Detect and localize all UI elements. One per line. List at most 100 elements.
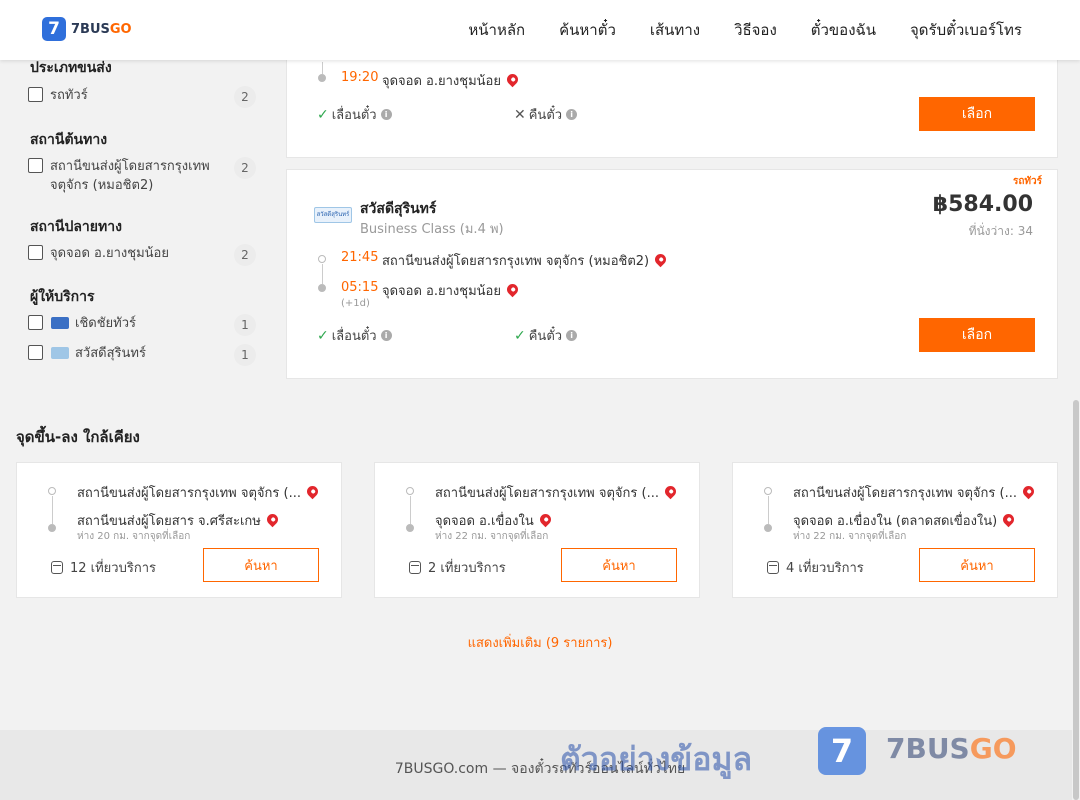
map-pin-icon[interactable] [504, 71, 521, 88]
depart-time: 21:45 [341, 250, 379, 265]
map-pin-icon[interactable] [304, 483, 321, 500]
filter-option-operator-sawasdee[interactable]: สวัสดีสุรินทร์ 1 [28, 344, 256, 366]
watermark-logo-text: 7BUSGO [886, 732, 1017, 765]
nav-my-tickets[interactable]: ตั๋วของฉัน [811, 18, 876, 42]
filter-option-origin[interactable]: สถานีขนส่งผู้โดยสารกรุงเทพ จตุจักร (หมอช… [28, 157, 256, 195]
cross-icon: ✕ [514, 106, 526, 123]
map-pin-icon[interactable] [537, 511, 553, 528]
nav-how-to-book[interactable]: วิธีจอง [734, 18, 777, 42]
count-badge: 1 [234, 344, 256, 366]
scrollbar-thumb[interactable] [1073, 400, 1079, 800]
nav-routes[interactable]: เส้นทาง [650, 18, 700, 42]
nearby-from: สถานีขนส่งผู้โดยสารกรุงเทพ จตุจักร (... [77, 482, 321, 503]
check-icon: ✓ [317, 327, 329, 344]
nav-home[interactable]: หน้าหลัก [468, 18, 525, 42]
nearby-section-title: จุดขึ้น-ลง ใกล้เคียง [16, 428, 140, 446]
trip-count: 12 เที่ยวบริการ [51, 557, 156, 578]
info-icon[interactable]: i [380, 330, 392, 341]
to-dot [406, 524, 414, 532]
map-pin-icon[interactable] [264, 511, 281, 528]
checkbox[interactable] [28, 315, 43, 330]
filter-label: จุดจอด อ.ยางชุมน้อย [50, 246, 169, 261]
nav-search-tickets[interactable]: ค้นหาตั๋ว [559, 18, 616, 42]
route-line [410, 496, 411, 524]
top-header: 7 7BUSGO หน้าหลัก ค้นหาตั๋ว เส้นทาง วิธี… [0, 0, 1080, 60]
arrive-time: 05:15 [341, 280, 379, 295]
trip-count: 2 เที่ยวบริการ [409, 557, 506, 578]
filter-label: สถานีขนส่งผู้โดยสารกรุงเทพ จตุจักร (หมอช… [50, 159, 210, 193]
to-dot [48, 524, 56, 532]
site-logo[interactable]: 7 7BUSGO [42, 17, 132, 41]
show-more-link[interactable]: แสดงเพิ่มเติม (9 รายการ) [0, 632, 1080, 653]
bus-icon [51, 561, 63, 574]
nearby-from: สถานีขนส่งผู้โดยสารกรุงเทพ จตุจักร (... [793, 482, 1037, 503]
arrive-stop[interactable]: จุดจอด อ.ยางชุมน้อย [382, 280, 521, 301]
bus-type-tag: รถทัวร์ [1013, 176, 1043, 187]
nearby-to: จุดจอด อ.เขื่องใน [435, 510, 553, 531]
watermark-text: ตัวอย่างข้อมูล [560, 740, 753, 778]
operator-logo: สวัสดีสุรินทร์ [314, 207, 352, 223]
trip-count: 4 เที่ยวบริการ [767, 557, 864, 578]
count-badge: 1 [234, 314, 256, 336]
checkbox[interactable] [28, 345, 43, 360]
next-day-indicator: (+1d) [341, 298, 370, 309]
nearby-search-button[interactable]: ค้นหา [561, 548, 677, 582]
nearby-distance: ห่าง 22 กม. จากจุดที่เลือก [793, 531, 907, 542]
map-pin-icon[interactable] [1020, 483, 1037, 500]
checkbox[interactable] [28, 158, 43, 173]
logo-text: 7BUSGO [71, 21, 132, 37]
route-line [768, 496, 769, 524]
arrive-time: 19:20 [341, 70, 379, 85]
info-icon[interactable]: i [566, 330, 578, 341]
route-line [322, 62, 323, 74]
filter-option-tour-bus[interactable]: รถทัวร์ 2 [28, 86, 256, 108]
info-icon[interactable]: i [566, 109, 578, 120]
filter-title-destination: สถานีปลายทาง [30, 219, 122, 235]
check-icon: ✓ [317, 106, 329, 123]
trip-card: รถทัวร์ สวัสดีสุรินทร์ สวัสดีสุรินทร์ Bu… [286, 169, 1058, 379]
arrive-stop[interactable]: จุดจอด อ.ยางชุมน้อย [382, 70, 521, 91]
filter-title-transport-type: ประเภทขนส่ง [30, 60, 112, 76]
nearby-distance: ห่าง 20 กม. จากจุดที่เลือก [77, 531, 191, 542]
nearby-card: สถานีขนส่งผู้โดยสารกรุงเทพ จตุจักร (... … [732, 462, 1058, 598]
nearby-search-button[interactable]: ค้นหา [919, 548, 1035, 582]
map-pin-icon[interactable] [662, 483, 679, 500]
depart-stop[interactable]: สถานีขนส่งผู้โดยสารกรุงเทพ จตุจักร (หมอช… [382, 250, 669, 271]
count-badge: 2 [234, 244, 256, 266]
map-pin-icon[interactable] [652, 251, 669, 268]
select-trip-button[interactable]: เลือก [919, 97, 1035, 131]
depart-dot [318, 255, 326, 263]
check-icon: ✓ [514, 327, 526, 344]
from-dot [406, 487, 414, 495]
bus-icon [409, 561, 421, 574]
reschedule-policy: ✓ เลื่อนตั๋ว i [317, 325, 392, 346]
checkbox[interactable] [28, 245, 43, 260]
info-icon[interactable]: i [380, 109, 392, 120]
page-scrollbar[interactable] [1072, 60, 1080, 800]
map-pin-icon[interactable] [1000, 511, 1017, 528]
operator-logo-icon [51, 347, 69, 359]
route-line [52, 496, 53, 524]
bus-class: Business Class (ม.4 พ) [360, 222, 504, 237]
ticket-price: ฿584.00 [932, 192, 1033, 217]
nav-ticket-pickup[interactable]: จุดรับตั๋วเบอร์โทร [910, 18, 1022, 42]
map-pin-icon[interactable] [504, 281, 521, 298]
nearby-distance: ห่าง 22 กม. จากจุดที่เลือก [435, 531, 549, 542]
to-dot [764, 524, 772, 532]
nearby-from: สถานีขนส่งผู้โดยสารกรุงเทพ จตุจักร (... [435, 482, 679, 503]
refund-policy: ✓ คืนตั๋ว i [514, 325, 578, 346]
bus-icon [767, 561, 779, 574]
nearby-search-button[interactable]: ค้นหา [203, 548, 319, 582]
filter-label: สวัสดีสุรินทร์ [75, 346, 146, 361]
count-badge: 2 [234, 86, 256, 108]
nearby-to: จุดจอด อ.เขื่องใน (ตลาดสดเขื่องใน) [793, 510, 1017, 531]
filter-option-destination[interactable]: จุดจอด อ.ยางชุมน้อย 2 [28, 244, 256, 266]
route-line [322, 264, 323, 284]
select-trip-button[interactable]: เลือก [919, 318, 1035, 352]
checkbox[interactable] [28, 87, 43, 102]
filter-title-origin: สถานีต้นทาง [30, 132, 108, 148]
logo-mark: 7 [42, 17, 66, 41]
main-nav: หน้าหลัก ค้นหาตั๋ว เส้นทาง วิธีจอง ตั๋วข… [434, 0, 1022, 60]
filter-title-operators: ผู้ให้บริการ [30, 289, 95, 305]
filter-option-operator-choetchai[interactable]: เชิดชัยทัวร์ 1 [28, 314, 256, 336]
